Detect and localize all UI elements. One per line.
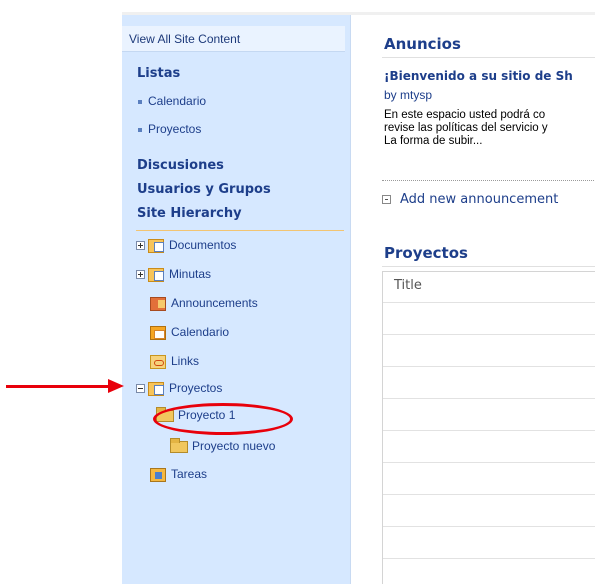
discusiones-header[interactable]: Discusiones xyxy=(137,158,224,173)
document-library-icon xyxy=(148,267,164,282)
annotation-arrow-head xyxy=(108,379,124,393)
table-row xyxy=(383,462,595,463)
bullet-icon xyxy=(138,99,142,104)
listas-item-proyectos[interactable]: Proyectos xyxy=(138,122,201,136)
calendar-icon xyxy=(150,325,166,340)
tree-item-announcements[interactable]: Announcements xyxy=(150,296,258,311)
table-row xyxy=(383,526,595,527)
table-row xyxy=(383,430,595,431)
column-header-title[interactable]: Title xyxy=(394,278,422,293)
tree-item-documentos[interactable]: Documentos xyxy=(136,238,236,253)
proyectos-list: Title xyxy=(382,271,595,584)
site-hierarchy-header[interactable]: Site Hierarchy xyxy=(137,206,242,221)
tree-item-proyectos[interactable]: Proyectos xyxy=(136,381,222,396)
usuarios-header[interactable]: Usuarios y Grupos xyxy=(137,182,271,197)
links-icon xyxy=(150,354,166,369)
table-row xyxy=(383,302,595,303)
folder-icon xyxy=(170,437,188,453)
announcements-icon xyxy=(150,296,166,311)
title-underline xyxy=(382,266,595,267)
tree-item-calendario[interactable]: Calendario xyxy=(150,325,229,340)
anuncios-title[interactable]: Anuncios xyxy=(384,35,461,53)
announcement-author: by mtysp xyxy=(384,88,433,102)
nav-separator xyxy=(136,230,344,231)
tree-item-links[interactable]: Links xyxy=(150,354,199,369)
table-row xyxy=(383,334,595,335)
view-all-site-content-link[interactable]: View All Site Content xyxy=(122,26,345,52)
dotted-separator xyxy=(382,180,595,181)
tree-item-minutas[interactable]: Minutas xyxy=(136,267,211,282)
table-row xyxy=(383,398,595,399)
listas-item-calendario[interactable]: Calendario xyxy=(138,94,206,108)
bullet-icon xyxy=(138,127,142,132)
annotation-ellipse xyxy=(153,403,293,435)
table-row xyxy=(383,494,595,495)
document-library-icon xyxy=(148,238,164,253)
announcement-body-line: En este espacio usted podrá co xyxy=(384,109,546,121)
collapse-minus-icon[interactable] xyxy=(136,384,145,394)
expand-plus-icon[interactable] xyxy=(136,270,145,280)
tasks-icon xyxy=(150,467,166,482)
main-content: Anuncios ¡Bienvenido a su sitio de Sh by… xyxy=(352,15,595,584)
announcement-body-line: revise las políticas del servicio y xyxy=(384,122,548,134)
add-item-icon xyxy=(382,195,391,204)
tree-item-proyecto-nuevo[interactable]: Proyecto nuevo xyxy=(170,437,275,453)
add-new-announcement-link[interactable]: Add new announcement xyxy=(382,192,558,207)
quick-launch: View All Site Content Listas Calendario … xyxy=(122,15,351,584)
listas-header[interactable]: Listas xyxy=(137,66,180,81)
table-row xyxy=(383,558,595,559)
proyectos-title[interactable]: Proyectos xyxy=(384,244,468,262)
tree-item-tareas[interactable]: Tareas xyxy=(150,467,207,482)
annotation-arrow-line xyxy=(6,385,110,388)
announcement-body-line: La forma de subir... xyxy=(384,135,483,147)
announcement-title[interactable]: ¡Bienvenido a su sitio de Sh xyxy=(384,69,573,83)
table-row xyxy=(383,366,595,367)
title-underline xyxy=(382,57,595,58)
document-library-icon xyxy=(148,381,164,396)
expand-plus-icon[interactable] xyxy=(136,241,145,251)
top-bar xyxy=(122,0,595,12)
